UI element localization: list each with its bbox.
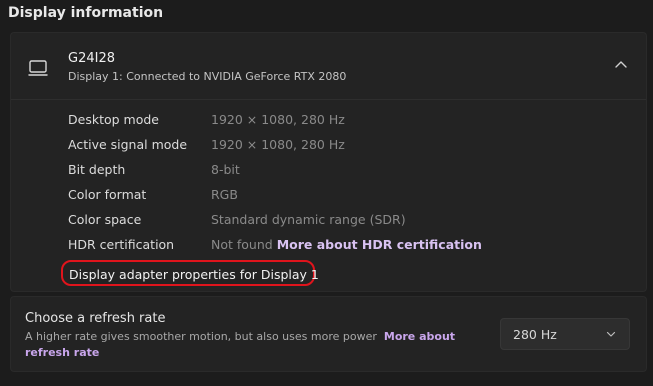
hdr-more-link[interactable]: More about HDR certification	[277, 237, 482, 252]
display-card: G24I28 Display 1: Connected to NVIDIA Ge…	[10, 32, 647, 292]
section-title: Display information	[8, 5, 164, 21]
monitor-icon	[28, 60, 48, 76]
info-value: Not found More about HDR certification	[211, 237, 482, 252]
info-label: Desktop mode	[68, 112, 159, 127]
info-label: Color format	[68, 187, 147, 202]
refresh-rate-card: Choose a refresh rate A higher rate give…	[10, 296, 647, 372]
chevron-up-icon[interactable]	[614, 59, 628, 69]
info-value: 1920 × 1080, 280 Hz	[211, 112, 345, 127]
chevron-down-icon	[606, 331, 616, 337]
info-value: 1920 × 1080, 280 Hz	[211, 137, 345, 152]
info-label: Color space	[68, 212, 142, 227]
info-label: Bit depth	[68, 162, 126, 177]
display-subtitle: Display 1: Connected to NVIDIA GeForce R…	[68, 70, 347, 83]
info-value: Standard dynamic range (SDR)	[211, 212, 406, 227]
display-adapter-properties-link[interactable]: Display adapter properties for Display 1	[61, 260, 319, 286]
display-card-header[interactable]: G24I28 Display 1: Connected to NVIDIA Ge…	[11, 33, 646, 100]
info-value: RGB	[211, 187, 238, 202]
display-name: G24I28	[68, 51, 115, 66]
info-label: HDR certification	[68, 237, 175, 252]
hdr-status: Not found	[211, 237, 273, 252]
refresh-rate-dropdown[interactable]: 280 Hz	[500, 318, 630, 350]
refresh-rate-title: Choose a refresh rate	[25, 311, 166, 326]
refresh-rate-desc-text: A higher rate gives smoother motion, but…	[25, 330, 377, 343]
refresh-rate-selected: 280 Hz	[513, 327, 557, 342]
refresh-rate-description: A higher rate gives smoother motion, but…	[25, 329, 465, 361]
info-label: Active signal mode	[68, 137, 188, 152]
info-value: 8-bit	[211, 162, 240, 177]
